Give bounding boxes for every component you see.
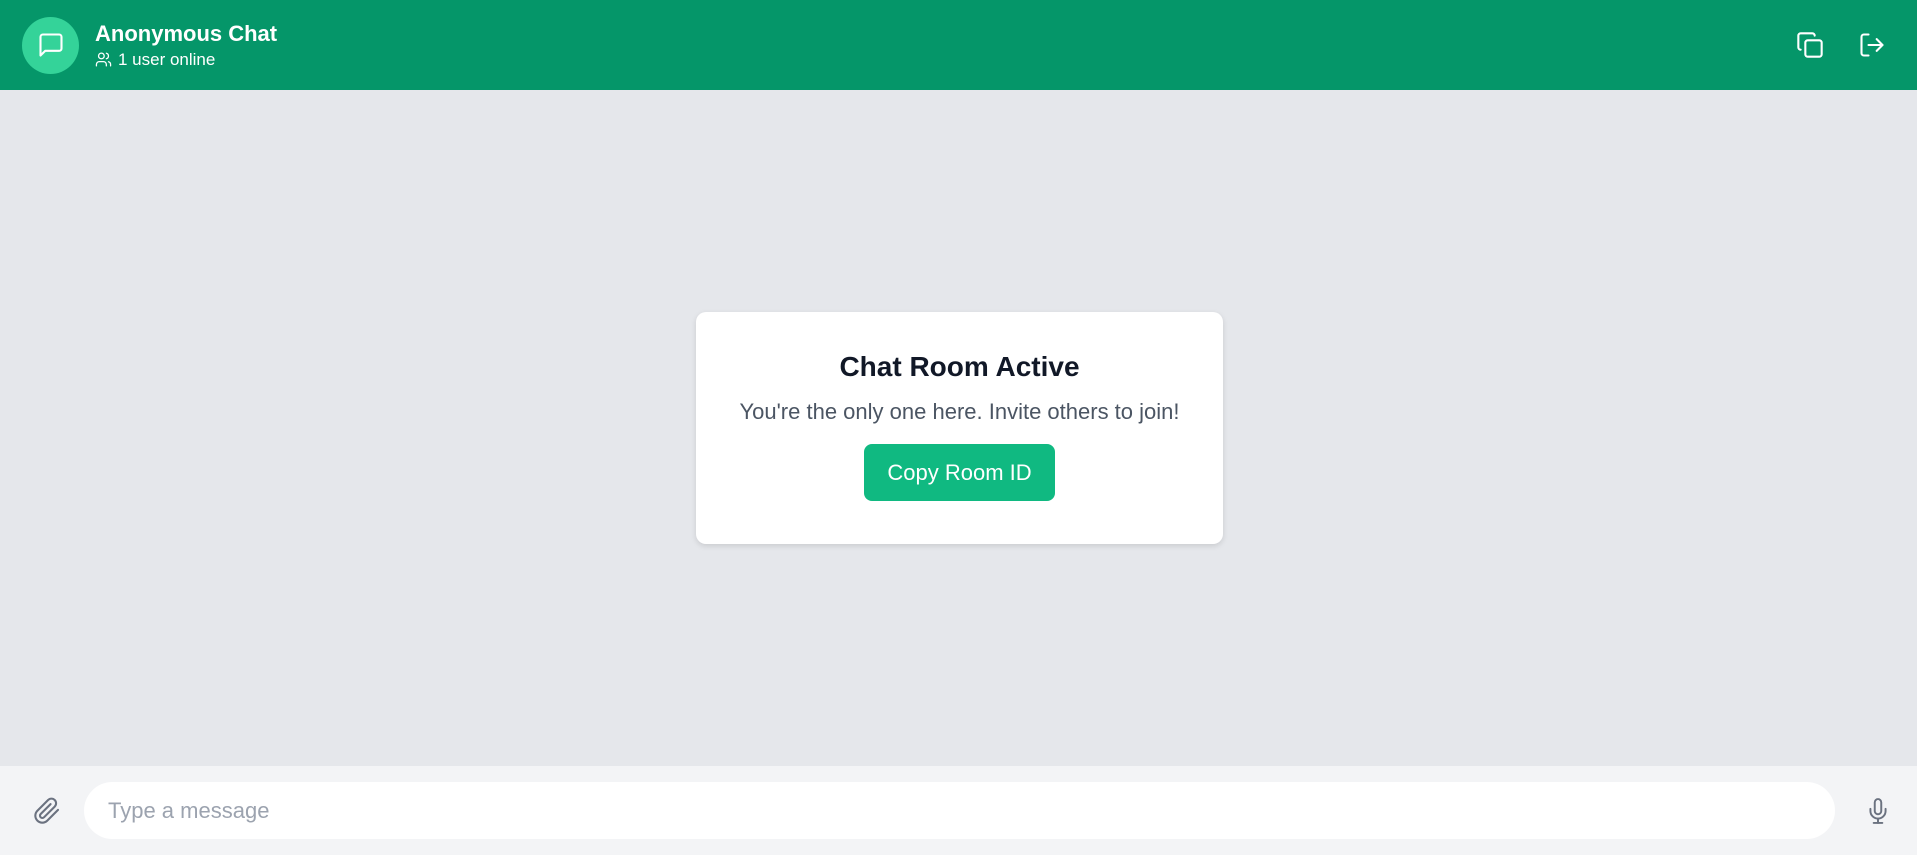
paperclip-icon <box>33 797 61 825</box>
empty-state-message: You're the only one here. Invite others … <box>739 399 1180 424</box>
attach-button[interactable] <box>30 794 64 828</box>
mic-icon <box>1865 797 1891 824</box>
chat-app: Anonymous Chat 1 user online Chat Room A… <box>0 0 1917 855</box>
online-status: 1 user online <box>95 49 277 71</box>
online-count-text: 1 user online <box>118 49 216 69</box>
empty-state-card: Chat Room Active You're the only one her… <box>696 312 1223 544</box>
message-area: Chat Room Active You're the only one her… <box>0 90 1917 766</box>
message-square-icon <box>37 31 65 59</box>
empty-state-title: Chat Room Active <box>839 351 1080 382</box>
header-actions <box>1795 30 1895 60</box>
copy-room-id-cta-button[interactable]: Copy Room ID <box>864 444 1055 501</box>
copy-icon <box>1796 31 1824 59</box>
title-block: Anonymous Chat 1 user online <box>95 20 277 71</box>
chat-header: Anonymous Chat 1 user online <box>0 0 1917 90</box>
log-out-icon <box>1858 31 1886 59</box>
page-title: Anonymous Chat <box>95 20 278 46</box>
message-input[interactable] <box>84 782 1835 839</box>
users-icon <box>95 51 112 68</box>
copy-room-id-button[interactable] <box>1795 30 1825 60</box>
voice-message-button[interactable] <box>1861 794 1895 828</box>
chat-avatar <box>22 16 79 74</box>
leave-room-button[interactable] <box>1857 30 1887 60</box>
message-composer <box>0 766 1917 855</box>
